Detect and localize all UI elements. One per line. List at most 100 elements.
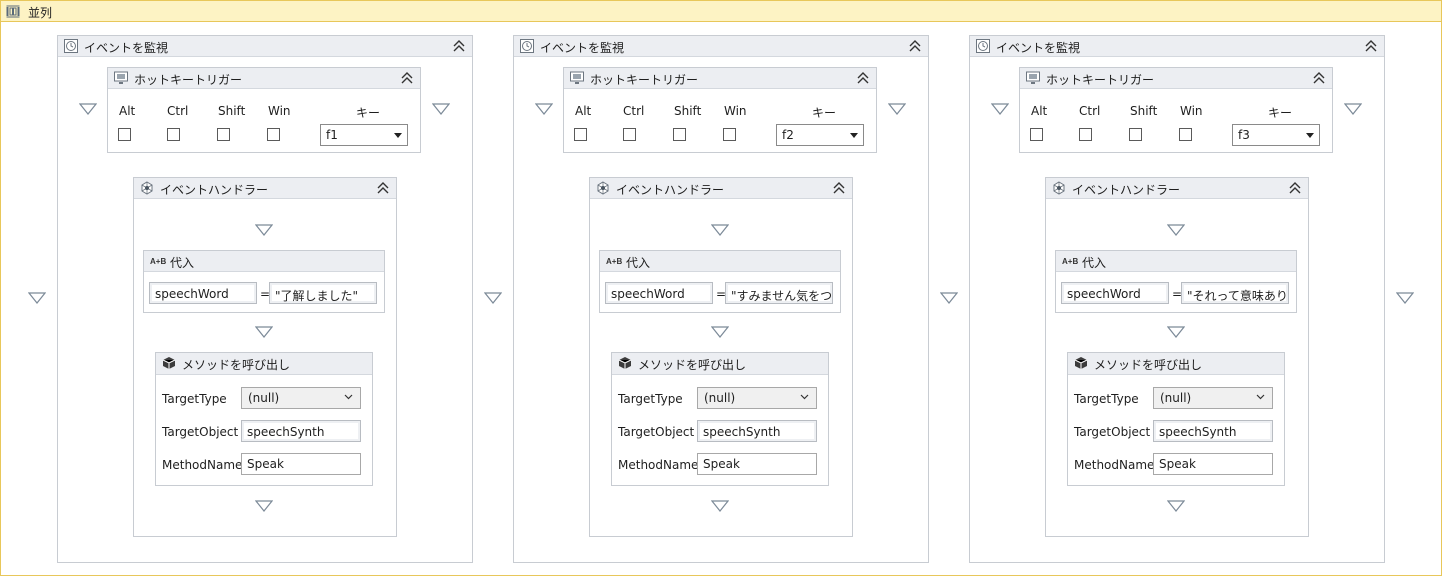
handler-icon <box>141 181 153 195</box>
collapse-chevron-icon[interactable] <box>856 70 870 86</box>
assign-value-input[interactable]: "それって意味ありま <box>1181 282 1289 304</box>
target-type-value: (null) <box>1160 391 1192 405</box>
drop-target-icon[interactable] <box>711 326 729 338</box>
drop-target-icon[interactable] <box>1167 224 1185 236</box>
method-name-input[interactable]: Speak <box>1153 453 1273 475</box>
hotkey-trigger-title: ホットキートリガー <box>590 73 699 87</box>
drop-target-icon[interactable] <box>711 224 729 236</box>
modifier-label-ctrl: Ctrl <box>623 104 645 118</box>
modifier-checkbox-alt[interactable] <box>118 128 131 141</box>
assign-header[interactable]: A+B 代入 <box>1056 251 1296 272</box>
drop-target-icon[interactable] <box>1344 103 1362 115</box>
event-handler-header[interactable]: イベントハンドラー <box>134 178 396 199</box>
svg-text:A+B: A+B <box>606 257 622 266</box>
modifier-checkbox-ctrl[interactable] <box>623 128 636 141</box>
collapse-chevron-icon[interactable] <box>452 38 466 54</box>
collapse-chevron-icon[interactable] <box>832 180 846 196</box>
parallel-header[interactable]: 並列 <box>1 1 1441 22</box>
invoke-method-icon <box>162 357 176 369</box>
drop-target-icon[interactable] <box>535 103 553 115</box>
drop-target-icon[interactable] <box>28 292 46 304</box>
target-type-dropdown[interactable]: (null) <box>1153 387 1273 409</box>
drop-target-icon[interactable] <box>255 224 273 236</box>
collapse-chevron-icon[interactable] <box>1288 180 1302 196</box>
collapse-chevron-icon[interactable] <box>400 70 414 86</box>
monitor-event-header[interactable]: イベントを監視 <box>514 36 928 57</box>
drop-target-icon[interactable] <box>484 292 502 304</box>
monitor-icon <box>570 71 584 84</box>
assign-title: 代入 <box>170 256 195 270</box>
assign-icon: A+B <box>150 257 166 266</box>
event-handler-header[interactable]: イベントハンドラー <box>1046 178 1308 199</box>
modifier-checkbox-shift[interactable] <box>1129 128 1142 141</box>
monitor-event-header[interactable]: イベントを監視 <box>58 36 472 57</box>
method-name-input[interactable]: Speak <box>241 453 361 475</box>
key-select[interactable]: f2 <box>776 124 864 146</box>
drop-target-icon[interactable] <box>432 103 450 115</box>
target-type-value: (null) <box>248 391 280 405</box>
modifier-label-shift: Shift <box>674 104 702 118</box>
assign-title: 代入 <box>1082 256 1107 270</box>
target-object-input[interactable]: speechSynth <box>697 420 817 442</box>
hotkey-trigger-header[interactable]: ホットキートリガー <box>564 68 876 89</box>
method-name-label: MethodName <box>1074 458 1155 472</box>
event-handler-header[interactable]: イベントハンドラー <box>590 178 852 199</box>
key-select[interactable]: f3 <box>1232 124 1320 146</box>
drop-target-icon[interactable] <box>1167 500 1185 512</box>
chevron-down-icon <box>1256 394 1265 400</box>
drop-target-icon[interactable] <box>255 500 273 512</box>
target-type-dropdown[interactable]: (null) <box>241 387 361 409</box>
drop-target-icon[interactable] <box>991 103 1009 115</box>
key-label: キー <box>356 106 381 120</box>
modifier-checkbox-alt[interactable] <box>574 128 587 141</box>
assign-value-input[interactable]: "すみません気をつけ <box>725 282 833 304</box>
monitor-event-title: イベントを監視 <box>996 41 1081 55</box>
modifier-checkbox-win[interactable] <box>1179 128 1192 141</box>
monitor-event-header[interactable]: イベントを監視 <box>970 36 1384 57</box>
drop-target-icon[interactable] <box>255 326 273 338</box>
modifier-checkbox-ctrl[interactable] <box>1079 128 1092 141</box>
invoke-method-header[interactable]: メソッドを呼び出し <box>612 353 828 375</box>
monitor-event-title: イベントを監視 <box>540 41 625 55</box>
collapse-chevron-icon[interactable] <box>376 180 390 196</box>
drop-target-icon[interactable] <box>1167 326 1185 338</box>
modifier-checkbox-shift[interactable] <box>217 128 230 141</box>
invoke-method-header[interactable]: メソッドを呼び出し <box>1068 353 1284 375</box>
key-select-value: f1 <box>326 128 338 142</box>
modifier-checkbox-win[interactable] <box>267 128 280 141</box>
modifier-checkbox-win[interactable] <box>723 128 736 141</box>
dropdown-arrow-icon <box>1306 133 1314 138</box>
assign-value-input[interactable]: "了解しました" <box>269 282 377 304</box>
target-type-value: (null) <box>704 391 736 405</box>
collapse-chevron-icon[interactable] <box>1312 70 1326 86</box>
event-handler-title: イベントハンドラー <box>160 183 269 197</box>
target-object-label: TargetObject <box>1074 425 1151 439</box>
drop-target-icon[interactable] <box>940 292 958 304</box>
modifier-checkbox-alt[interactable] <box>1030 128 1043 141</box>
collapse-chevron-icon[interactable] <box>1364 38 1378 54</box>
assign-header[interactable]: A+B 代入 <box>144 251 384 272</box>
drop-target-icon[interactable] <box>1396 292 1414 304</box>
assign-header[interactable]: A+B 代入 <box>600 251 840 272</box>
assign-to-input[interactable]: speechWord <box>149 282 257 304</box>
target-object-input[interactable]: speechSynth <box>1153 420 1273 442</box>
modifier-label-ctrl: Ctrl <box>167 104 189 118</box>
assign-to-input[interactable]: speechWord <box>1061 282 1169 304</box>
target-object-input[interactable]: speechSynth <box>241 420 361 442</box>
drop-target-icon[interactable] <box>79 103 97 115</box>
svg-text:A+B: A+B <box>150 257 166 266</box>
collapse-chevron-icon[interactable] <box>908 38 922 54</box>
modifier-checkbox-shift[interactable] <box>673 128 686 141</box>
drop-target-icon[interactable] <box>888 103 906 115</box>
method-name-input[interactable]: Speak <box>697 453 817 475</box>
target-type-dropdown[interactable]: (null) <box>697 387 817 409</box>
method-name-label: MethodName <box>618 458 699 472</box>
key-select[interactable]: f1 <box>320 124 408 146</box>
modifier-checkbox-ctrl[interactable] <box>167 128 180 141</box>
assign-to-input[interactable]: speechWord <box>605 282 713 304</box>
invoke-method-header[interactable]: メソッドを呼び出し <box>156 353 372 375</box>
chevron-down-icon <box>344 394 353 400</box>
hotkey-trigger-header[interactable]: ホットキートリガー <box>1020 68 1332 89</box>
hotkey-trigger-header[interactable]: ホットキートリガー <box>108 68 420 89</box>
drop-target-icon[interactable] <box>711 500 729 512</box>
